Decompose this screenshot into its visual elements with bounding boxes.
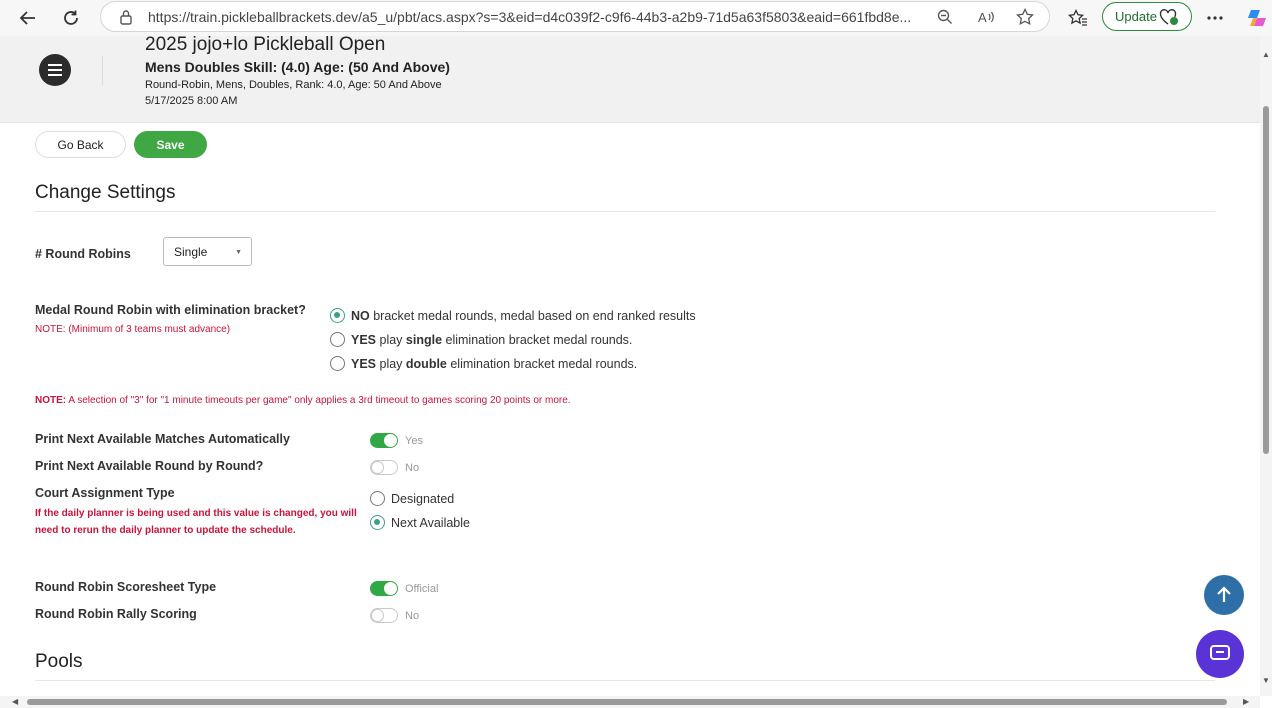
toggle-off-icon[interactable] [370, 460, 398, 475]
medal-option-single-mid: single [405, 332, 443, 347]
medal-option-double-lead: YES [351, 356, 377, 371]
medal-note: NOTE: (Minimum of 3 teams must advance) [35, 324, 231, 335]
court-option-next-available[interactable]: Next Available [370, 515, 470, 530]
medal-option-double[interactable]: YES play double elimination bracket meda… [330, 356, 637, 371]
save-button[interactable]: Save [134, 131, 207, 158]
go-back-button[interactable]: Go Back [35, 131, 126, 158]
print-round-toggle[interactable]: No [370, 460, 419, 475]
scoresheet-value: Official [405, 582, 439, 595]
scroll-left-arrow-icon[interactable]: ◀ [12, 697, 18, 706]
event-title: 2025 jojo+lo Pickleball Open [145, 34, 386, 55]
medal-option-double-text: elimination bracket medal rounds. [446, 356, 638, 371]
medal-option-single[interactable]: YES play single elimination bracket meda… [330, 332, 632, 347]
event-header: 2025 jojo+lo Pickleball Open Mens Double… [0, 34, 1260, 123]
lock-icon[interactable] [116, 7, 136, 27]
timeout-note-text: A selection of "3" for "1 minute timeout… [66, 395, 571, 406]
medal-option-single-pre: play [376, 332, 406, 347]
address-bar[interactable]: https://train.pickleballbrackets.dev/a5_… [100, 1, 1050, 32]
horizontal-scroll-thumb[interactable] [27, 699, 1227, 705]
vertical-scrollbar[interactable]: ▲ ▼ [1260, 36, 1272, 696]
radio-unselected-icon[interactable] [330, 332, 345, 347]
medal-option-no-lead: NO [351, 308, 370, 323]
medal-option-no-text: bracket medal rounds, medal based on end… [369, 308, 696, 323]
radio-selected-icon[interactable] [330, 308, 345, 323]
url-text[interactable]: https://train.pickleballbrackets.dev/a5_… [148, 9, 918, 25]
star-icon[interactable] [1015, 7, 1035, 27]
change-settings-title: Change Settings [35, 182, 176, 203]
court-option-designated[interactable]: Designated [370, 491, 454, 506]
court-option-next-available-label: Next Available [391, 515, 470, 530]
print-auto-toggle[interactable]: Yes [370, 433, 423, 448]
scoresheet-toggle[interactable]: Official [370, 581, 438, 596]
browser-toolbar: https://train.pickleballbrackets.dev/a5_… [0, 0, 1272, 36]
medal-option-double-mid: double [405, 356, 447, 371]
chat-button[interactable] [1196, 630, 1244, 678]
toggle-on-icon[interactable] [370, 581, 398, 596]
division-detail: Round-Robin, Mens, Doubles, Rank: 4.0, A… [145, 79, 442, 91]
medal-option-single-lead: YES [351, 332, 377, 347]
rally-scoring-value: No [405, 609, 420, 622]
hamburger-icon[interactable] [39, 54, 71, 86]
update-heart-icon [1159, 8, 1179, 29]
update-button[interactable]: Update [1102, 2, 1192, 31]
header-divider [102, 56, 103, 86]
caret-down-icon: ▼ [235, 249, 242, 256]
update-label: Update [1115, 9, 1157, 24]
zoom-icon[interactable] [935, 7, 955, 27]
horizontal-scrollbar[interactable]: ◀ ▶ [0, 696, 1260, 708]
timeout-note-prefix: NOTE: [35, 395, 67, 406]
print-round-value: No [405, 461, 420, 474]
rally-scoring-toggle[interactable]: No [370, 608, 419, 623]
timeout-note: NOTE: A selection of "3" for "1 minute t… [35, 395, 571, 406]
pools-title: Pools [35, 651, 83, 672]
division-datetime: 5/17/2025 8:00 AM [145, 95, 238, 107]
toggle-on-icon[interactable] [370, 433, 398, 448]
scroll-down-arrow-icon[interactable]: ▼ [1262, 676, 1270, 685]
section-divider [35, 211, 1215, 212]
more-icon[interactable] [1201, 4, 1229, 32]
scroll-up-arrow-icon[interactable]: ▲ [1262, 50, 1270, 59]
toggle-off-icon[interactable] [370, 608, 398, 623]
rally-scoring-label: Round Robin Rally Scoring [35, 607, 197, 621]
copilot-icon[interactable] [1243, 4, 1271, 32]
svg-text:A: A [978, 10, 987, 25]
print-auto-label: Print Next Available Matches Automatical… [35, 432, 290, 446]
round-robins-select[interactable]: Single ▼ [163, 237, 252, 266]
back-arrow-icon[interactable] [14, 4, 42, 32]
vertical-scroll-thumb[interactable] [1263, 106, 1269, 454]
read-aloud-icon[interactable]: A [977, 7, 997, 27]
court-option-designated-label: Designated [391, 491, 455, 506]
court-assignment-label: Court Assignment Type [35, 486, 175, 500]
radio-unselected-icon[interactable] [330, 356, 345, 371]
division-title: Mens Doubles Skill: (4.0) Age: (50 And A… [145, 59, 450, 75]
chat-icon [1210, 645, 1230, 660]
print-auto-value: Yes [405, 434, 423, 447]
round-robins-label: # Round Robins [35, 247, 131, 261]
radio-unselected-icon[interactable] [370, 491, 385, 506]
arrow-up-icon [1217, 586, 1231, 602]
round-robins-value: Single [174, 245, 208, 259]
scroll-to-top-button[interactable] [1204, 575, 1244, 615]
print-round-label: Print Next Available Round by Round? [35, 459, 264, 473]
radio-selected-icon[interactable] [370, 515, 385, 530]
scroll-right-arrow-icon[interactable]: ▶ [1243, 697, 1249, 706]
medal-option-single-text: elimination bracket medal rounds. [442, 332, 633, 347]
scoresheet-label: Round Robin Scoresheet Type [35, 580, 217, 594]
pools-divider [35, 680, 1215, 681]
medal-label: Medal Round Robin with elimination brack… [35, 303, 306, 317]
court-assignment-note: If the daily planner is being used and t… [35, 508, 357, 536]
medal-option-double-pre: play [376, 356, 406, 371]
favorites-icon[interactable] [1064, 4, 1092, 32]
reload-icon[interactable] [57, 4, 85, 32]
medal-option-no[interactable]: NO bracket medal rounds, medal based on … [330, 308, 696, 323]
